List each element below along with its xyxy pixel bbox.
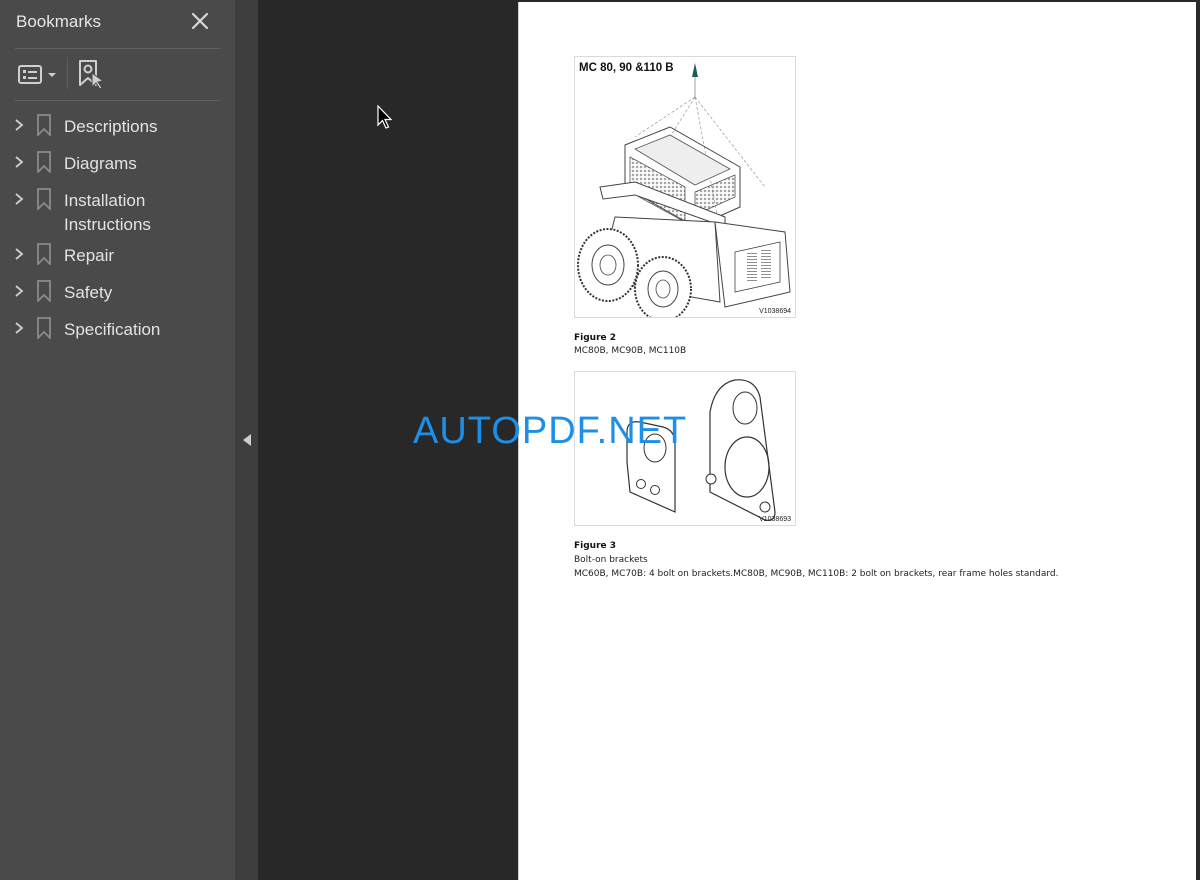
- figure-image-id: V1038694: [759, 308, 791, 315]
- chevron-right-icon[interactable]: [12, 320, 26, 336]
- find-current-bookmark-icon[interactable]: [77, 59, 105, 90]
- bookmark-label: Descriptions: [64, 117, 158, 136]
- figure-2-image: MC 80, 90 &110 B V1038694: [574, 56, 796, 318]
- triangle-left-icon: [243, 434, 251, 446]
- figure-3-label: Figure 3: [574, 541, 617, 551]
- scrollbar-track[interactable]: [1196, 0, 1200, 880]
- header-divider: [15, 48, 220, 49]
- bookmark-label: Repair: [64, 246, 115, 265]
- skid-steer-loader-drawing: [577, 63, 791, 317]
- chevron-right-icon[interactable]: [12, 283, 26, 299]
- options-menu-button[interactable]: [17, 63, 61, 87]
- mouse-cursor-icon: [377, 104, 393, 131]
- watermark-text: AUTOPDF.NET: [413, 410, 688, 452]
- bookmark-label: Installation Instructions: [64, 191, 151, 234]
- close-icon[interactable]: [189, 10, 211, 32]
- bookmark-icon: [36, 151, 52, 175]
- list-options-icon: [18, 65, 42, 84]
- bookmark-item-descriptions[interactable]: Descriptions: [0, 108, 235, 145]
- bookmark-icon: [36, 188, 52, 212]
- figure-image-id: V1038693: [759, 516, 791, 523]
- bookmarks-toolbar: [15, 55, 220, 93]
- collapse-panel-button[interactable]: [241, 432, 253, 448]
- figure-3-title: Bolt-on brackets: [574, 555, 648, 565]
- toolbar-divider-bottom: [15, 100, 220, 101]
- figure-2-caption: MC80B, MC90B, MC110B: [574, 346, 687, 356]
- bookmark-label: Safety: [64, 283, 113, 302]
- bookmarks-title: Bookmarks: [16, 12, 102, 31]
- bookmarks-panel: Bookmarks Descriptions Diagrams Installa…: [0, 0, 235, 880]
- figure-2-label: Figure 2: [574, 333, 617, 343]
- figure-3-caption: MC60B, MC70B: 4 bolt on brackets.MC80B, …: [574, 569, 1059, 579]
- toolbar-divider: [67, 57, 68, 89]
- bookmark-icon: [36, 114, 52, 138]
- bookmark-item-specification[interactable]: Specification: [0, 311, 235, 348]
- bookmark-label: Specification: [64, 320, 161, 339]
- bookmarks-header: Bookmarks: [16, 12, 221, 36]
- bookmark-label: Diagrams: [64, 154, 137, 173]
- bookmark-item-installation-instructions[interactable]: Installation Instructions: [0, 182, 235, 237]
- chevron-right-icon[interactable]: [12, 154, 26, 170]
- bookmark-item-repair[interactable]: Repair: [0, 237, 235, 274]
- bookmark-item-diagrams[interactable]: Diagrams: [0, 145, 235, 182]
- bookmark-item-safety[interactable]: Safety: [0, 274, 235, 311]
- bookmark-list: Descriptions Diagrams Installation Instr…: [0, 108, 235, 348]
- pdf-viewer: Bookmarks Descriptions Diagrams Installa…: [0, 0, 1200, 880]
- chevron-right-icon[interactable]: [12, 246, 26, 262]
- bookmark-icon: [36, 280, 52, 304]
- bookmark-icon: [36, 243, 52, 267]
- bookmark-icon: [36, 317, 52, 341]
- document-viewport[interactable]: MC 80, 90 &110 B V1038694 Figure 2 MC80B…: [258, 0, 1200, 880]
- chevron-right-icon[interactable]: [12, 117, 26, 133]
- panel-collapse-strip: [235, 0, 258, 880]
- chevron-down-icon: [48, 73, 56, 77]
- chevron-right-icon[interactable]: [12, 191, 26, 207]
